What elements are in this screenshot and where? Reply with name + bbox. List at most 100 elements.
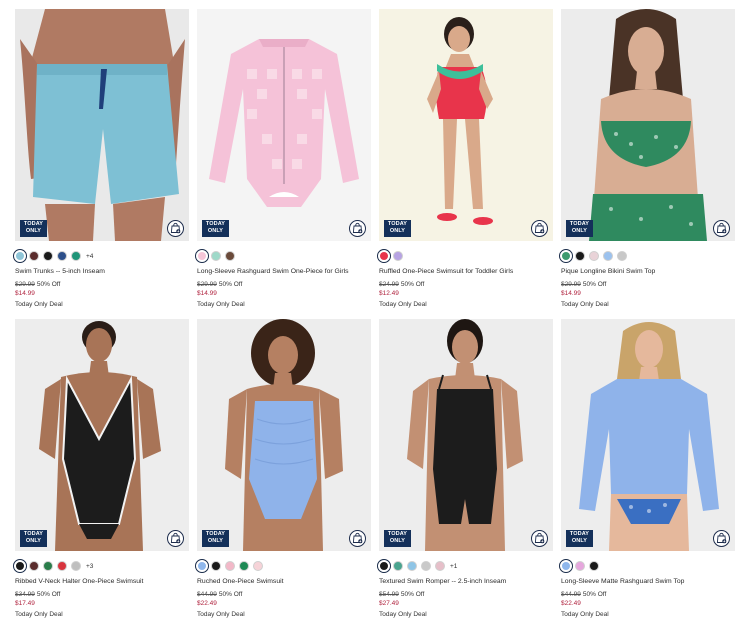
discount-label: 50% Off: [218, 591, 243, 598]
quick-add-button[interactable]: [531, 220, 548, 237]
more-colors-count[interactable]: +3: [86, 563, 93, 570]
discount-label: 50% Off: [36, 591, 61, 598]
color-swatch[interactable]: [211, 251, 221, 261]
product-card[interactable]: TODAY ONLY +1 Textured Swim Romper -- 2.5…: [377, 319, 553, 629]
product-image[interactable]: TODAY ONLY: [379, 319, 553, 551]
color-swatch[interactable]: [377, 249, 391, 263]
color-swatch[interactable]: [617, 251, 627, 261]
product-pricing: $54.99 50% Off $27.49: [379, 591, 553, 608]
more-colors-count[interactable]: +4: [86, 253, 93, 260]
color-swatch[interactable]: [407, 561, 417, 571]
product-name[interactable]: Swim Trunks -- 5-inch Inseam: [15, 268, 189, 275]
color-swatch[interactable]: [421, 561, 431, 571]
product-name[interactable]: Ribbed V-Neck Halter One-Piece Swimsuit: [15, 578, 189, 585]
color-swatch[interactable]: [57, 251, 67, 261]
quick-add-button[interactable]: [167, 220, 184, 237]
quick-add-button[interactable]: [167, 530, 184, 547]
original-price: $44.99: [561, 591, 581, 598]
color-swatch[interactable]: [195, 559, 209, 573]
color-swatch[interactable]: [57, 561, 67, 571]
product-name[interactable]: Pique Longline Bikini Swim Top: [561, 268, 735, 275]
product-name[interactable]: Ruched One-Piece Swimsuit: [197, 578, 371, 585]
product-card[interactable]: TODAY ONLY +4 Swim Trunks -- 5-inch Insea…: [13, 9, 189, 319]
discount-label: 50% Off: [400, 591, 425, 598]
discount-label: 50% Off: [582, 281, 607, 288]
color-swatch[interactable]: [225, 561, 235, 571]
color-swatch[interactable]: [575, 561, 585, 571]
product-image[interactable]: TODAY ONLY: [15, 319, 189, 551]
product-card[interactable]: TODAY ONLY Long-Sleeve Matte Rashguard Sw…: [559, 319, 735, 629]
product-name[interactable]: Long-Sleeve Rashguard Swim One-Piece for…: [197, 268, 371, 275]
product-pricing: $44.99 50% Off $22.49: [561, 591, 735, 608]
quick-add-button[interactable]: [713, 530, 730, 547]
color-swatch[interactable]: [377, 559, 391, 573]
original-price: $44.99: [197, 591, 217, 598]
color-swatch[interactable]: [435, 561, 445, 571]
color-swatch[interactable]: [393, 561, 403, 571]
color-swatches: +3: [13, 559, 189, 573]
product-pricing: $29.99 50% Off $14.99: [561, 281, 735, 298]
today-only-badge: TODAY ONLY: [384, 220, 411, 237]
color-swatch[interactable]: [71, 561, 81, 571]
color-swatches: [377, 249, 553, 263]
product-card[interactable]: TODAY ONLY Ruched One-Piece Swimsuit $44.…: [195, 319, 371, 629]
deal-label: Today Only Deal: [197, 611, 245, 618]
color-swatches: [195, 249, 371, 263]
quick-add-button[interactable]: [531, 530, 548, 547]
color-swatch[interactable]: [589, 561, 599, 571]
color-swatch[interactable]: [559, 249, 573, 263]
color-swatch[interactable]: [253, 561, 263, 571]
original-price: $54.99: [379, 591, 399, 598]
color-swatch[interactable]: [575, 251, 585, 261]
product-name[interactable]: Long-Sleeve Matte Rashguard Swim Top: [561, 578, 735, 585]
product-name[interactable]: Ruffled One-Piece Swimsuit for Toddler G…: [379, 268, 553, 275]
color-swatch[interactable]: [43, 561, 53, 571]
color-swatch[interactable]: [71, 251, 81, 261]
color-swatch[interactable]: [29, 561, 39, 571]
product-image[interactable]: TODAY ONLY: [561, 319, 735, 551]
product-image[interactable]: TODAY ONLY: [15, 9, 189, 241]
color-swatch[interactable]: [13, 559, 27, 573]
discount-label: 50% Off: [582, 591, 607, 598]
product-grid: TODAY ONLY +4 Swim Trunks -- 5-inch Insea…: [13, 9, 735, 629]
today-only-badge: TODAY ONLY: [20, 530, 47, 547]
sale-price: $22.49: [197, 599, 217, 607]
color-swatch[interactable]: [603, 251, 613, 261]
quick-add-button[interactable]: [349, 530, 366, 547]
discount-label: 50% Off: [400, 281, 425, 288]
today-only-badge: TODAY ONLY: [566, 530, 593, 547]
product-name[interactable]: Textured Swim Romper -- 2.5-inch Inseam: [379, 578, 553, 585]
product-image[interactable]: TODAY ONLY: [197, 319, 371, 551]
color-swatch[interactable]: [225, 251, 235, 261]
sale-price: $17.49: [15, 599, 35, 607]
product-card[interactable]: TODAY ONLY +3 Ribbed V-Neck Halter One-Pi…: [13, 319, 189, 629]
quick-add-button[interactable]: [713, 220, 730, 237]
product-image[interactable]: TODAY ONLY: [561, 9, 735, 241]
today-only-badge: TODAY ONLY: [20, 220, 47, 237]
more-colors-count[interactable]: +1: [450, 563, 457, 570]
color-swatch[interactable]: [239, 561, 249, 571]
sale-price: $27.49: [379, 599, 399, 607]
quick-add-button[interactable]: [349, 220, 366, 237]
shopping-bag-icon: [170, 532, 181, 544]
color-swatch[interactable]: [195, 249, 209, 263]
original-price: $29.99: [197, 281, 217, 288]
color-swatch[interactable]: [589, 251, 599, 261]
product-image[interactable]: TODAY ONLY: [197, 9, 371, 241]
color-swatch[interactable]: [43, 251, 53, 261]
color-swatch[interactable]: [211, 561, 221, 571]
product-photo-swim-trunks: [15, 9, 189, 241]
product-card[interactable]: TODAY ONLY Long-Sleeve Rashguard Swim One…: [195, 9, 371, 319]
product-photo-swim-romper: [379, 319, 553, 551]
color-swatches: [559, 559, 735, 573]
color-swatch[interactable]: [29, 251, 39, 261]
color-swatch[interactable]: [559, 559, 573, 573]
color-swatches: [195, 559, 371, 573]
sale-price: $14.99: [15, 289, 35, 297]
color-swatch[interactable]: [393, 251, 403, 261]
product-card[interactable]: TODAY ONLY Pique Longline Bikini Swim Top…: [559, 9, 735, 319]
product-image[interactable]: TODAY ONLY: [379, 9, 553, 241]
product-card[interactable]: TODAY ONLY Ruffled One-Piece Swimsuit for…: [377, 9, 553, 319]
shopping-bag-icon: [534, 222, 545, 234]
color-swatch[interactable]: [13, 249, 27, 263]
